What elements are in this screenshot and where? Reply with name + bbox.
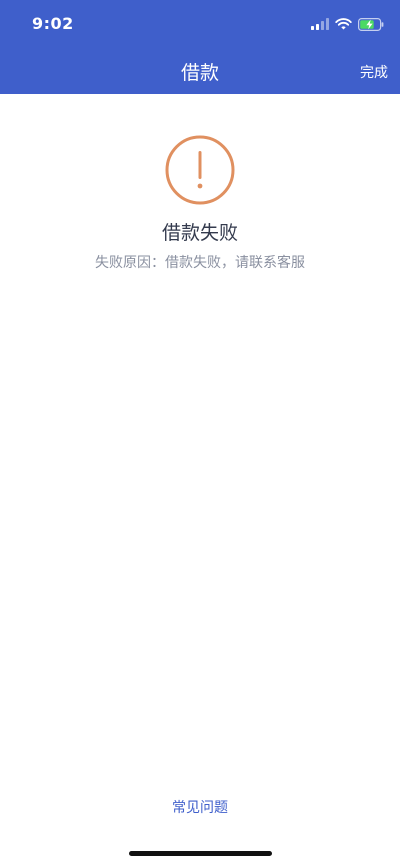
signal-icon	[311, 18, 329, 30]
status-time: 9:02	[32, 14, 74, 33]
status-icons	[311, 16, 384, 32]
faq-link[interactable]: 常见问题	[0, 797, 400, 817]
failure-reason: 失败原因：借款失败，请联系客服	[95, 255, 305, 271]
exclamation-circle-icon	[164, 134, 236, 206]
app-header: 9:02 借款 完成	[0, 0, 400, 94]
battery-charging-icon	[358, 17, 384, 31]
wifi-icon	[335, 18, 352, 30]
result-title: 借款失败	[161, 222, 238, 244]
done-button[interactable]: 完成	[360, 62, 388, 82]
status-bar: 9:02	[0, 0, 400, 48]
page-title: 借款	[180, 62, 219, 84]
home-indicator[interactable]	[129, 851, 272, 856]
nav-bar: 借款 完成	[0, 48, 400, 94]
